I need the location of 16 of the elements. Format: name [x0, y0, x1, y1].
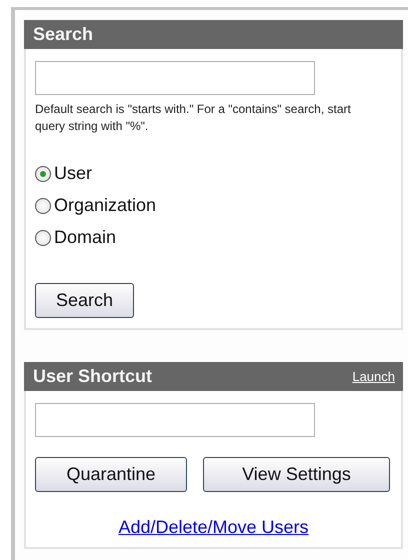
radio-button[interactable]	[35, 230, 51, 246]
radio-button[interactable]	[35, 198, 51, 214]
search-field[interactable]	[35, 61, 315, 95]
add-delete-move-users-link[interactable]: Add/Delete/Move Users	[118, 517, 309, 537]
panel-title: Search	[33, 23, 94, 46]
help-text: Default search is "starts with." For a "contains" search, start query string with "%".	[35, 101, 352, 135]
radio-label[interactable]: Domain	[54, 224, 116, 251]
action-button[interactable]: Quarantine	[35, 457, 187, 492]
launch-link[interactable]: Launch	[352, 366, 395, 386]
search-button[interactable]: Search	[35, 283, 134, 318]
user-field[interactable]	[35, 403, 315, 437]
action-button[interactable]: View Settings	[203, 457, 390, 492]
radio-label[interactable]: User	[54, 160, 92, 187]
panel-title: User Shortcut	[33, 365, 152, 388]
radio-button[interactable]	[35, 166, 51, 182]
radio-label[interactable]: Organization	[54, 192, 156, 219]
